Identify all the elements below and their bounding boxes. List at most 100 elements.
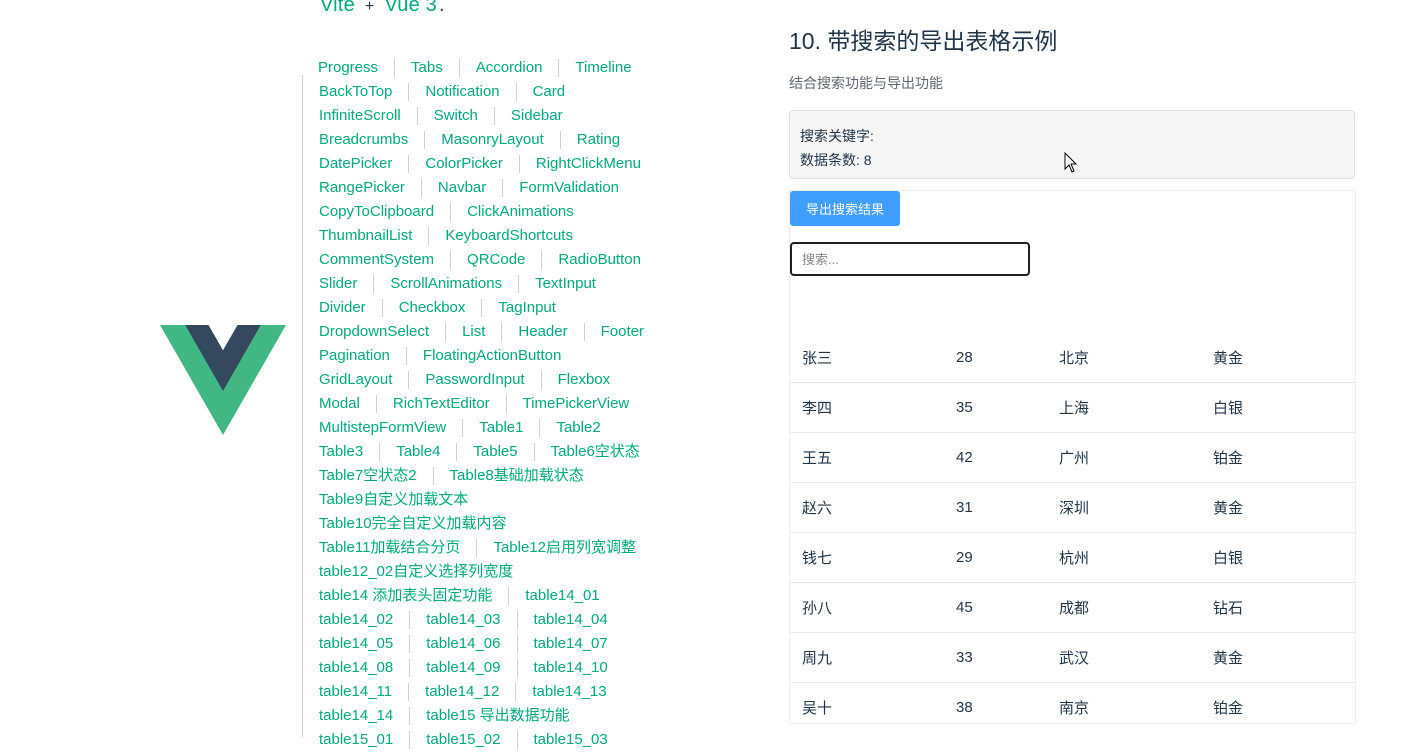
nav-link[interactable]: Table6空状态 bbox=[533, 443, 656, 461]
nav-link[interactable]: Checkbox bbox=[381, 299, 482, 317]
nav-link[interactable]: table14_03 bbox=[409, 611, 516, 629]
nav-link[interactable]: MultistepFormView bbox=[302, 419, 462, 437]
nav-link[interactable]: Table2 bbox=[539, 419, 616, 437]
header-plus: + bbox=[364, 0, 375, 15]
nav-link[interactable]: Table5 bbox=[456, 443, 533, 461]
nav-link[interactable]: Rating bbox=[559, 131, 636, 149]
nav-link[interactable]: Timeline bbox=[558, 59, 647, 77]
nav-link[interactable]: PasswordInput bbox=[408, 371, 540, 389]
nav-link[interactable]: Table9自定义加载文本 bbox=[302, 491, 484, 509]
nav-row: table15_01 table15_02 table15_03 bbox=[302, 728, 672, 752]
nav-link[interactable]: CopyToClipboard bbox=[302, 203, 450, 221]
export-search-results-button[interactable]: 导出搜索结果 bbox=[790, 191, 900, 226]
search-input[interactable] bbox=[790, 242, 1030, 276]
nav-row: MultistepFormView Table1 Table2 bbox=[302, 416, 672, 440]
nav-link[interactable]: FormValidation bbox=[502, 179, 635, 197]
nav-link[interactable]: table14_14 bbox=[302, 707, 409, 725]
nav-link[interactable]: Header bbox=[501, 323, 583, 341]
nav-link[interactable]: Slider bbox=[302, 275, 373, 293]
nav-link[interactable]: RadioButton bbox=[541, 251, 657, 269]
nav-link[interactable]: table14_02 bbox=[302, 611, 409, 629]
nav-link[interactable]: Progress bbox=[302, 59, 394, 77]
nav-link[interactable]: ThumbnailList bbox=[302, 227, 428, 245]
nav-link[interactable]: table14_12 bbox=[408, 683, 515, 701]
nav-link[interactable]: Switch bbox=[416, 107, 494, 125]
nav-link[interactable]: table14_05 bbox=[302, 635, 409, 653]
nav-link[interactable]: RightClickMenu bbox=[518, 155, 657, 173]
nav-link[interactable]: RangePicker bbox=[302, 179, 421, 197]
table-row: 李四 35 上海 白银 bbox=[790, 383, 1355, 433]
nav-link[interactable]: ScrollAnimations bbox=[373, 275, 518, 293]
nav-link[interactable]: Table10完全自定义加载内容 bbox=[302, 515, 523, 533]
nav-row: table14_14 table15 导出数据功能 bbox=[302, 704, 672, 728]
nav-link[interactable]: Pagination bbox=[302, 347, 406, 365]
nav-link[interactable]: Footer bbox=[583, 323, 660, 341]
section-title: 10. 带搜索的导出表格示例 bbox=[789, 28, 1058, 54]
nav-link[interactable]: table15_01 bbox=[302, 731, 409, 749]
nav-link[interactable]: BackToTop bbox=[302, 83, 408, 101]
nav-link[interactable]: KeyboardShortcuts bbox=[428, 227, 589, 245]
export-table-card: 导出搜索结果 张三28北京黄金李四35上海白银王五42广州铂金赵六31深圳黄金钱… bbox=[789, 190, 1356, 724]
nav-row: table14 添加表头固定功能 table14_01 bbox=[302, 584, 672, 608]
nav-link[interactable]: Sidebar bbox=[493, 107, 579, 125]
nav-link[interactable]: table14_07 bbox=[516, 635, 624, 653]
nav-link[interactable]: Modal bbox=[302, 395, 376, 413]
table-row: 周九 33 武汉 黄金 bbox=[790, 633, 1355, 683]
header-vue: Vue 3 bbox=[384, 0, 437, 16]
nav-link[interactable]: RichTextEditor bbox=[375, 395, 506, 413]
nav-link[interactable]: Table7空状态2 bbox=[302, 467, 433, 485]
nav-link[interactable]: MasonryLayout bbox=[424, 131, 560, 149]
nav-link[interactable]: GridLayout bbox=[302, 371, 408, 389]
nav-row: table14_08 table14_09 table14_10 bbox=[302, 656, 672, 680]
table-row: 张三 28 北京 黄金 bbox=[790, 333, 1355, 383]
nav-link[interactable]: table14_04 bbox=[516, 611, 624, 629]
nav-row: Table10完全自定义加载内容 bbox=[302, 512, 672, 536]
nav-link[interactable]: Table1 bbox=[462, 419, 539, 437]
nav-link[interactable]: DropdownSelect bbox=[302, 323, 445, 341]
nav-link[interactable]: TextInput bbox=[518, 275, 612, 293]
nav-link[interactable]: Navbar bbox=[420, 179, 502, 197]
nav-link[interactable]: table14_11 bbox=[302, 683, 408, 701]
nav-link[interactable]: table14_01 bbox=[508, 587, 615, 605]
nav-link[interactable]: table15_02 bbox=[409, 731, 516, 749]
nav-link[interactable]: Table11加载结合分页 bbox=[302, 539, 476, 557]
nav-link[interactable]: Card bbox=[515, 83, 582, 101]
nav-link[interactable]: table14_10 bbox=[516, 659, 624, 677]
nav-link[interactable]: ClickAnimations bbox=[450, 203, 590, 221]
nav-link[interactable]: Flexbox bbox=[540, 371, 627, 389]
nav-link[interactable]: TimePickerView bbox=[505, 395, 646, 413]
nav-link[interactable]: DatePicker bbox=[302, 155, 408, 173]
nav-link[interactable]: table12_02自定义选择列宽度 bbox=[302, 563, 529, 581]
nav-link[interactable]: TagInput bbox=[481, 299, 572, 317]
table-cell: 孙八 bbox=[802, 600, 833, 617]
nav-link[interactable]: Breadcrumbs bbox=[302, 131, 424, 149]
nav-link[interactable]: table15 导出数据功能 bbox=[409, 707, 585, 725]
nav-link[interactable]: Notification bbox=[408, 83, 515, 101]
nav-link[interactable]: FloatingActionButton bbox=[405, 347, 577, 365]
nav-link[interactable]: Table3 bbox=[302, 443, 379, 461]
nav-link[interactable]: CommentSystem bbox=[302, 251, 450, 269]
nav-link[interactable]: Table8基础加载状态 bbox=[432, 467, 600, 485]
nav-link[interactable]: Divider bbox=[302, 299, 382, 317]
nav-link[interactable]: ColorPicker bbox=[408, 155, 519, 173]
nav-link[interactable]: Table4 bbox=[379, 443, 456, 461]
nav-link[interactable]: table14_08 bbox=[302, 659, 409, 677]
nav-link[interactable]: table14_09 bbox=[409, 659, 516, 677]
nav-link[interactable]: table15_03 bbox=[516, 731, 624, 749]
nav-row: Slider ScrollAnimations TextInput bbox=[302, 272, 672, 296]
nav-link[interactable]: table14 添加表头固定功能 bbox=[302, 587, 508, 605]
nav-link[interactable]: table14_06 bbox=[409, 635, 516, 653]
keyword-label: 搜索关键字: bbox=[800, 128, 874, 144]
nav-link[interactable]: QRCode bbox=[450, 251, 541, 269]
nav-row: Table9自定义加载文本 bbox=[302, 488, 672, 512]
nav-link[interactable]: Accordion bbox=[458, 59, 559, 77]
nav-link[interactable]: table14_13 bbox=[515, 683, 622, 701]
nav-link[interactable]: Tabs bbox=[394, 59, 459, 77]
table-cell: 29 bbox=[956, 549, 973, 566]
nav-link[interactable]: List bbox=[445, 323, 501, 341]
nav-link[interactable]: Table12启用列宽调整 bbox=[476, 539, 652, 557]
nav-link[interactable]: InfiniteScroll bbox=[302, 107, 417, 125]
header-period: . bbox=[438, 0, 445, 16]
nav-row: Table7空状态2 Table8基础加载状态 bbox=[302, 464, 672, 488]
table-cell: 南京 bbox=[1059, 700, 1090, 717]
